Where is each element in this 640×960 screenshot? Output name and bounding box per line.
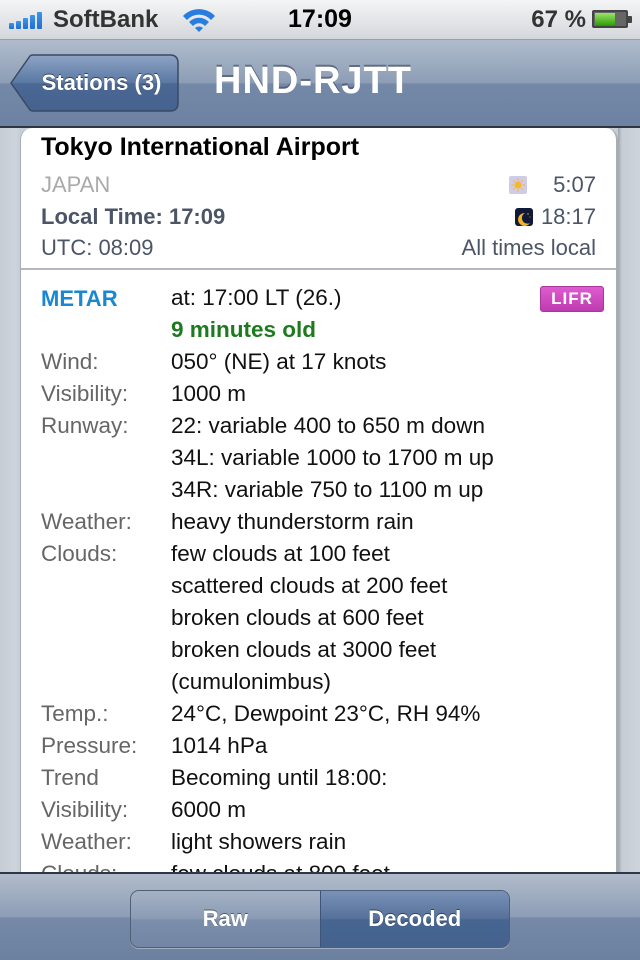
utc-time: UTC: 08:09 [41,235,154,260]
metar-row-label [41,634,171,666]
sunset-time-row: 18:17 [514,204,596,230]
metar-row-value: 22: variable 400 to 650 m down [171,413,485,438]
metar-row-label [41,570,171,602]
metar-row: scattered clouds at 200 feet [41,570,601,602]
metar-row-value: broken clouds at 3000 feet [171,637,437,662]
times-local-note: All times local [461,235,596,260]
sunset-time: 18:17 [540,204,596,229]
metar-row-label [41,666,171,698]
metar-row-label [41,442,171,474]
metar-row-label: Weather: [41,509,132,534]
station-country: JAPAN [41,172,111,197]
station-name: Tokyo International Airport [41,133,360,161]
metar-row: Pressure: 1014 hPa [41,730,601,762]
status-bar: SoftBank 17:09 67 % [0,0,640,40]
metar-row: Visibility: 6000 m [41,794,601,826]
metar-row-value: scattered clouds at 200 feet [171,573,448,598]
metar-row: at: 17:00 LT (26.) [41,282,601,314]
content-area[interactable]: Tokyo International Airport JAPAN Local … [0,128,640,888]
metar-row-label: Trend [41,765,99,790]
metar-row-label [41,474,171,506]
battery-level-fill [595,13,616,25]
metar-row: Weather: light showers rain [41,826,601,858]
metar-row: (cumulonimbus) [41,666,601,698]
metar-row: Weather: heavy thunderstorm rain [41,506,601,538]
metar-row-value: 6000 m [171,797,247,822]
metar-row-value: heavy thunderstorm rain [171,509,414,534]
metar-row-label: Wind: [41,349,99,374]
back-button-label: Stations (3) [41,70,162,95]
metar-row: Clouds: few clouds at 100 feet [41,538,601,570]
metar-row: 9 minutes old [41,314,601,346]
report-age: 9 minutes old [171,317,317,342]
metar-row-value: 1000 m [171,381,247,406]
metar-row-value: 34L: variable 1000 to 1700 m up [171,445,494,470]
view-mode-segmented-control: Raw Decoded [130,890,510,948]
metar-row: broken clouds at 600 feet [41,602,601,634]
sunset-moon-icon [514,208,533,226]
metar-row-label [41,282,171,314]
metar-row: Wind: 050° (NE) at 17 knots [41,346,601,378]
metar-row-label: Clouds: [41,541,118,566]
metar-row-value: Becoming until 18:00: [171,765,388,790]
metar-row: Visibility: 1000 m [41,378,601,410]
battery-percent: 67 % [531,6,586,33]
bottom-toolbar: Raw Decoded [0,872,640,960]
metar-row-label [41,314,171,346]
page-title: HND-RJTT [214,60,412,102]
metar-row-label: Visibility: [41,381,129,406]
metar-row-value: at: 17:00 LT (26.) [171,285,342,310]
metar-row-label: Visibility: [41,797,129,822]
metar-row-value: light showers rain [171,829,347,854]
metar-row-label: Weather: [41,829,132,854]
metar-row: 34R: variable 750 to 1100 m up [41,474,601,506]
metar-row-value: 24°C, Dewpoint 23°C, RH 94% [171,701,481,726]
navigation-bar: Stations (3) HND-RJTT [0,40,640,128]
metar-row-value: few clouds at 100 feet [171,541,390,566]
segment-raw[interactable]: Raw [131,891,321,947]
metar-row-label: Pressure: [41,733,138,758]
battery-icon [592,10,632,28]
back-button-stations[interactable]: Stations (3) [10,54,179,112]
metar-row: Trend Becoming until 18:00: [41,762,601,794]
metar-row: Runway: 22: variable 400 to 650 m down [41,410,601,442]
metar-row-label: Temp.: [41,701,109,726]
metar-row: broken clouds at 3000 feet [41,634,601,666]
local-time: Local Time: 17:09 [41,204,226,229]
metar-row: 34L: variable 1000 to 1700 m up [41,442,601,474]
metar-row-label [41,602,171,634]
sunrise-icon [509,176,528,194]
station-card: Tokyo International Airport JAPAN Local … [20,128,618,888]
station-header: Tokyo International Airport JAPAN Local … [21,128,616,270]
metar-rows: at: 17:00 LT (26.) 9 minutes old Wind: 050°… [41,282,601,890]
metar-row: Temp.: 24°C, Dewpoint 23°C, RH 94% [41,698,601,730]
metar-row-value: broken clouds at 600 feet [171,605,424,630]
metar-row-value: (cumulonimbus) [171,669,332,694]
content-right-edge [618,128,640,872]
sunrise-time: 5:07 [553,172,596,197]
metar-row-value: 34R: variable 750 to 1100 m up [171,477,484,502]
segment-decoded[interactable]: Decoded [320,891,509,947]
metar-row-label: Runway: [41,413,129,438]
metar-row-value: 050° (NE) at 17 knots [171,349,387,374]
sunrise-time-row: 5:07 [509,172,596,198]
metar-row-value: 1014 hPa [171,733,268,758]
